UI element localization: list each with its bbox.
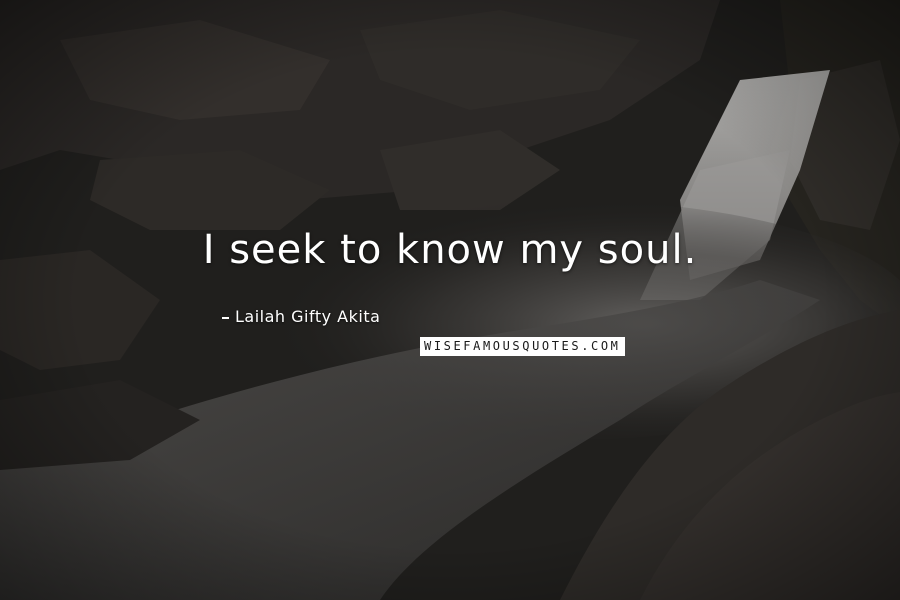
quote-author: Lailah Gifty Akita [222, 307, 380, 326]
waterfall-background-image [0, 0, 900, 600]
quote-text: I seek to know my soul. [202, 227, 698, 273]
author-dash [222, 316, 229, 319]
watermark-badge: WISEFAMOUSQUOTES.COM [420, 337, 625, 356]
quote-card: I seek to know my soul. Lailah Gifty Aki… [0, 0, 900, 600]
author-name: Lailah Gifty Akita [235, 307, 381, 326]
